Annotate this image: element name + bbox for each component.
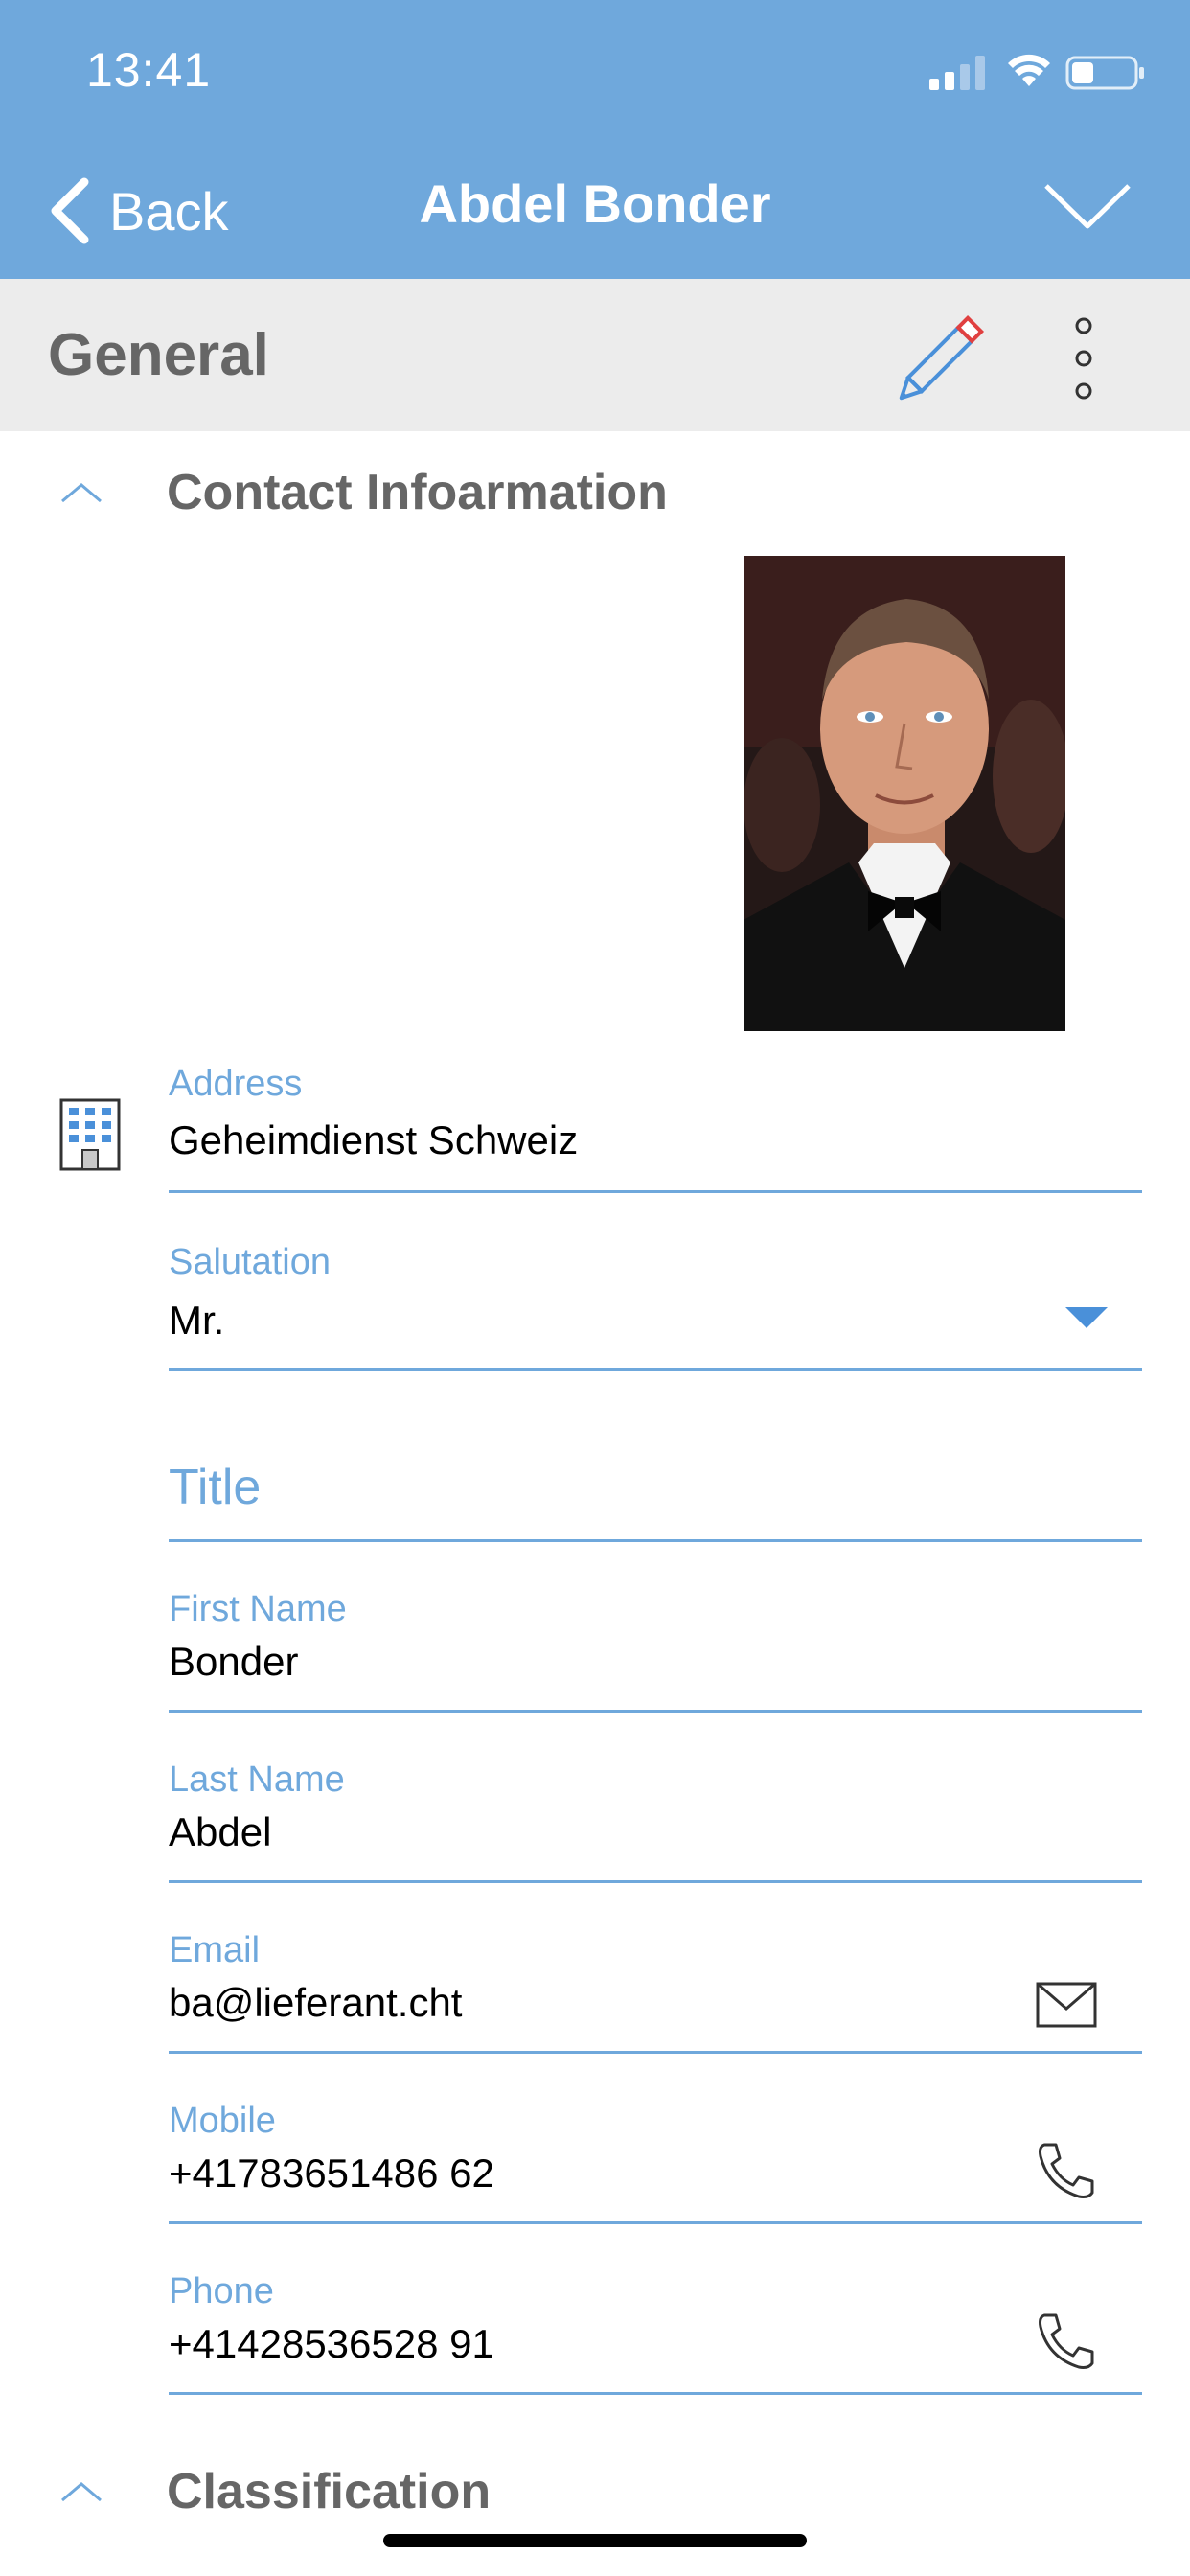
email-value: ba@lieferant.cht	[169, 1980, 463, 2025]
chevron-down-icon[interactable]	[1042, 178, 1133, 236]
back-label: Back	[109, 180, 229, 242]
phone-field[interactable]: Phone +41428536528 91	[169, 2266, 1142, 2395]
mobile-label: Mobile	[169, 2101, 276, 2141]
salutation-label: Salutation	[169, 1242, 332, 1282]
phone-icon[interactable]	[1035, 2310, 1098, 2373]
mail-icon[interactable]	[1035, 1972, 1098, 2036]
group-title-contact: Contact Infoarmation	[167, 465, 668, 520]
battery-icon	[1065, 56, 1144, 90]
first-name-label: First Name	[169, 1589, 347, 1629]
email-field[interactable]: Email ba@lieferant.cht	[169, 1924, 1142, 2054]
mobile-value: +41783651486 62	[169, 2150, 494, 2196]
status-time: 13:41	[86, 43, 212, 97]
salutation-value: Mr.	[169, 1298, 225, 1343]
mobile-field[interactable]: Mobile +41783651486 62	[169, 2095, 1142, 2224]
back-button[interactable]: Back	[46, 172, 229, 249]
first-name-field[interactable]: First Name Bonder	[169, 1583, 1142, 1713]
address-value: Geheimdienst Schweiz	[169, 1117, 579, 1162]
dropdown-triangle-icon	[1065, 1307, 1108, 1328]
last-name-value: Abdel	[169, 1809, 272, 1854]
first-name-value: Bonder	[169, 1639, 299, 1684]
wifi-icon	[1008, 54, 1050, 86]
more-vertical-icon[interactable]	[1062, 312, 1106, 404]
chevron-up-icon[interactable]	[59, 481, 103, 504]
contact-photo[interactable]	[744, 556, 1065, 1031]
pencil-icon[interactable]	[891, 305, 998, 404]
last-name-field[interactable]: Last Name Abdel	[169, 1754, 1142, 1883]
title-placeholder: Title	[169, 1460, 262, 1515]
phone-value: +41428536528 91	[169, 2321, 494, 2366]
last-name-label: Last Name	[169, 1760, 345, 1800]
email-label: Email	[169, 1930, 261, 1970]
cellular-signal-icon	[929, 56, 985, 90]
address-field[interactable]: Address Geheimdienst Schweiz	[169, 1054, 1142, 1193]
address-label: Address	[169, 1064, 303, 1104]
header-bar: 13:41 Back Abdel Bonder	[0, 0, 1190, 279]
title-field[interactable]: Title	[169, 1413, 1142, 1542]
home-indicator	[383, 2534, 807, 2547]
chevron-up-icon[interactable]	[59, 2480, 103, 2503]
group-title-classification: Classification	[167, 2464, 492, 2519]
salutation-select[interactable]: Salutation Mr.	[169, 1234, 1142, 1371]
building-icon	[59, 1098, 121, 1171]
phone-label: Phone	[169, 2271, 274, 2312]
back-chevron-icon	[51, 177, 89, 244]
phone-icon[interactable]	[1035, 2139, 1098, 2202]
section-title: General	[48, 322, 269, 388]
